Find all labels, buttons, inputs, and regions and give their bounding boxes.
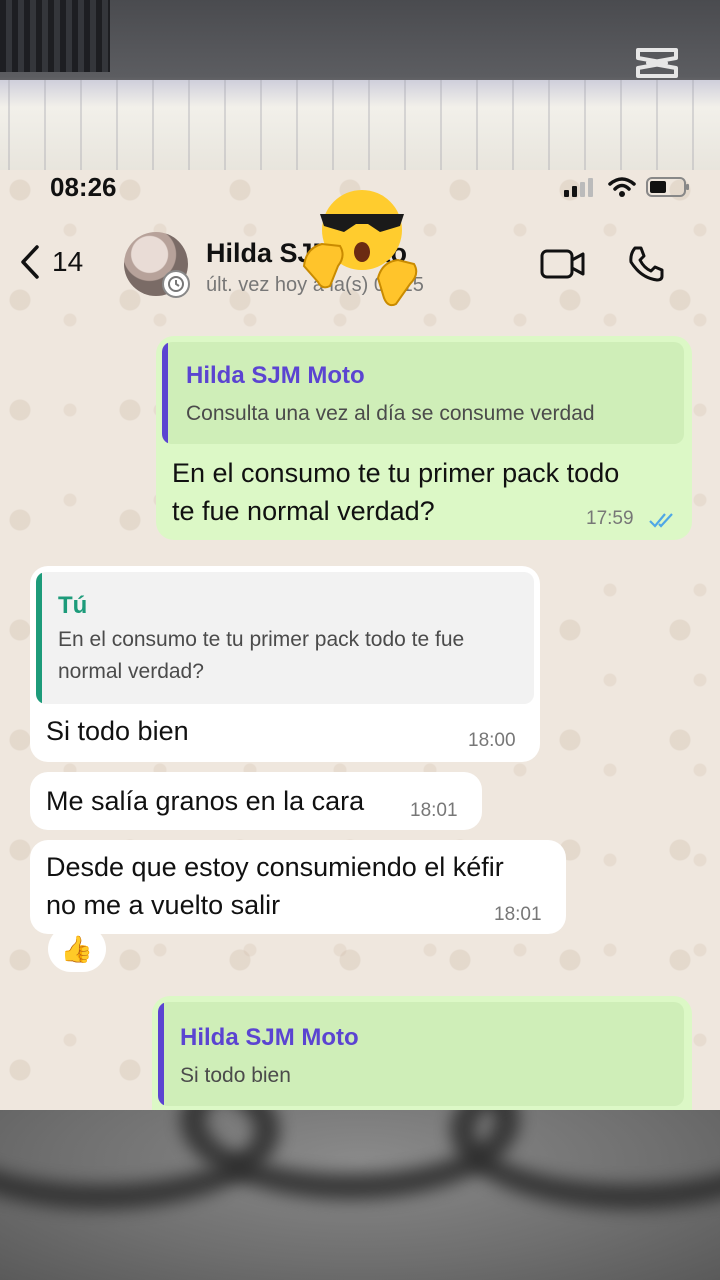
message-text-line: Desde que estoy consumiendo el kéfir <box>46 852 504 882</box>
quote-bar <box>162 342 168 444</box>
sunglasses-emoji-sticker <box>302 190 418 307</box>
status-time: 08:26 <box>50 172 117 202</box>
capcut-logo <box>636 48 678 78</box>
background-photo-bottom <box>0 1110 720 1280</box>
message-outgoing[interactable]: Hilda SJM Moto Si todo bien <box>152 996 692 1110</box>
message-time: 18:00 <box>468 730 516 751</box>
quote-text-line: normal verdad? <box>58 660 204 683</box>
quoted-message[interactable]: Hilda SJM Moto Si todo bien <box>158 1002 684 1106</box>
message-text-line: te fue normal verdad? <box>172 496 435 526</box>
message-text-line: En el consumo te tu primer pack todo <box>172 458 620 488</box>
message-incoming[interactable]: Tú En el consumo te tu primer pack todo … <box>30 566 540 762</box>
photo-bottles <box>0 80 720 170</box>
back-chevron-icon <box>21 245 39 279</box>
message-incoming[interactable]: Desde que estoy consumiendo el kéfir no … <box>30 840 566 934</box>
quote-author: Tú <box>58 592 88 619</box>
signal-icon <box>564 178 593 197</box>
message-time: 18:01 <box>410 800 458 821</box>
status-icons <box>564 176 690 198</box>
message-text: Me salía granos en la cara <box>46 786 365 816</box>
whatsapp-chat-screen: 08:26 14 Hilda SJM Moto últ. vez hoy a l… <box>0 170 720 1110</box>
back-button[interactable]: 14 <box>18 244 83 280</box>
quote-author: Hilda SJM Moto <box>186 362 365 389</box>
message-outgoing[interactable]: Hilda SJM Moto Consulta una vez al día s… <box>156 336 692 540</box>
phone-call-icon[interactable] <box>626 244 666 284</box>
quoted-message[interactable]: Tú En el consumo te tu primer pack todo … <box>36 572 534 704</box>
video-call-icon[interactable] <box>540 248 586 280</box>
message-time: 18:01 <box>494 904 542 925</box>
message-time: 17:59 <box>586 508 634 529</box>
message-text: Si todo bien <box>46 716 189 746</box>
quote-text-line: En el consumo te tu primer pack todo te … <box>58 628 465 651</box>
thumbs-up-reaction[interactable]: 👍 <box>48 926 106 972</box>
battery-icon <box>646 177 689 197</box>
message-incoming[interactable]: Me salía granos en la cara 18:01 <box>30 772 482 830</box>
message-text-line: no me a vuelto salir <box>46 890 281 920</box>
photo-blur-ring <box>450 1110 720 1210</box>
timer-badge-icon <box>162 270 190 298</box>
unread-count: 14 <box>52 246 84 277</box>
quote-bar <box>36 572 42 704</box>
background-photo-top <box>0 0 720 170</box>
quote-text: Consulta una vez al día se consume verda… <box>186 402 595 425</box>
photo-window <box>0 0 110 72</box>
quote-bar <box>158 1002 164 1106</box>
read-ticks-icon <box>649 513 673 528</box>
quote-text: Si todo bien <box>180 1064 291 1087</box>
quoted-message[interactable]: Hilda SJM Moto Consulta una vez al día s… <box>162 342 684 444</box>
quote-author: Hilda SJM Moto <box>180 1024 359 1051</box>
wifi-icon <box>608 177 636 197</box>
